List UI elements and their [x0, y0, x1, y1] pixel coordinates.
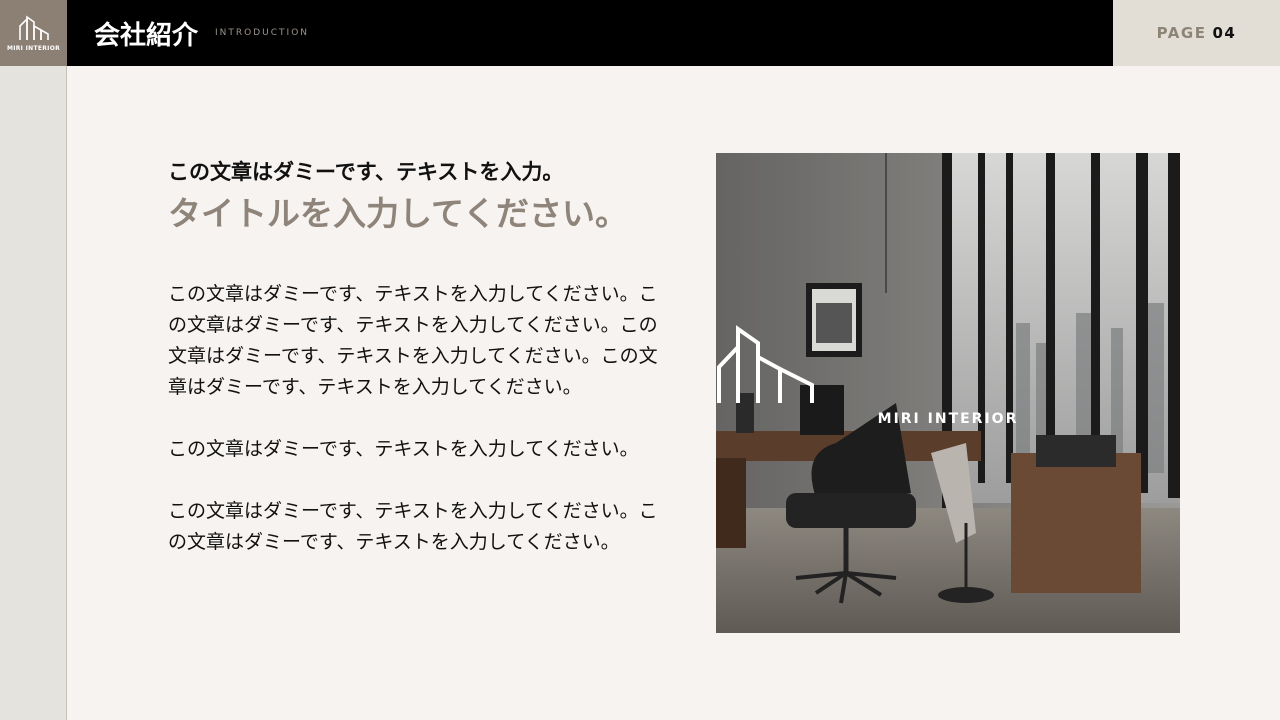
office-photo: MIRI INTERIOR — [716, 153, 1180, 633]
page-title: 会社紹介 — [94, 20, 199, 51]
left-sidebar — [0, 66, 67, 720]
photo-logo-text: MIRI INTERIOR — [877, 411, 1019, 427]
page-label: PAGE — [1156, 24, 1207, 42]
page-subtitle: INTRODUCTION — [215, 28, 310, 38]
text-content: この文章はダミーです、テキストを入力。 タイトルを入力してください。 この文章は… — [168, 155, 668, 558]
header-bar: 会社紹介 INTRODUCTION — [67, 0, 1113, 66]
paragraph-3: この文章はダミーです、テキストを入力してください。この文章はダミーです、テキスト… — [168, 500, 658, 553]
section-heading: タイトルを入力してください。 — [168, 194, 629, 233]
paragraph-2: この文章はダミーです、テキストを入力してください。 — [168, 438, 639, 460]
building-logo-icon — [717, 325, 814, 403]
brand-logo: MIRI INTERIOR — [0, 0, 67, 66]
photo-logo-overlay: MIRI INTERIOR — [716, 323, 1180, 427]
paragraph-1: この文章はダミーです、テキストを入力してください。この文章はダミーです、テキスト… — [168, 283, 658, 398]
page-indicator: PAGE 04 — [1113, 0, 1280, 66]
lead-text: この文章はダミーです、テキストを入力。 — [168, 160, 564, 184]
brand-logo-text: MIRI INTERIOR — [6, 45, 61, 52]
page-number: 04 — [1212, 24, 1237, 42]
building-logo-icon — [18, 15, 49, 40]
